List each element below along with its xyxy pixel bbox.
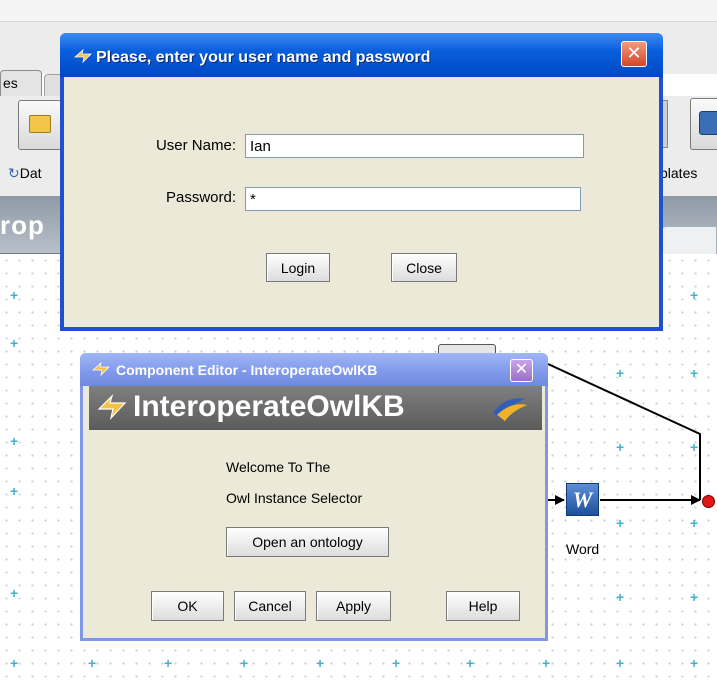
username-label: User Name: <box>155 137 236 154</box>
component-editor-title: Component Editor - InteroperateOwlKB <box>116 362 378 378</box>
word-icon[interactable]: W <box>566 483 599 516</box>
login-dialog: Please, enter your user name and passwor… <box>60 33 663 331</box>
login-titlebar[interactable]: Please, enter your user name and passwor… <box>60 33 663 77</box>
welcome-line-2: Owl Instance Selector <box>226 490 363 506</box>
login-button[interactable]: Login <box>266 253 330 282</box>
cancel-button[interactable]: Cancel <box>234 591 306 621</box>
open-ontology-button[interactable]: Open an ontology <box>226 527 389 557</box>
help-button[interactable]: Help <box>446 591 520 621</box>
app-logo-icon <box>74 49 92 63</box>
component-header-banner: InteroperateOwlKB <box>89 386 542 430</box>
login-body: User Name: Password: Login Close <box>64 77 659 327</box>
brand-logo-icon <box>493 398 527 421</box>
apply-button[interactable]: Apply <box>316 591 391 621</box>
welcome-line-1: Welcome To The <box>226 459 331 475</box>
endpoint-node[interactable] <box>702 495 715 508</box>
app-logo-icon <box>97 394 127 420</box>
component-header-title: InteroperateOwlKB <box>133 390 405 423</box>
connector-line <box>547 363 701 500</box>
password-label: Password: <box>165 189 236 206</box>
app-logo-icon <box>92 362 110 376</box>
component-editor-dialog: Component Editor - InteroperateOwlKB ✕ I… <box>80 353 548 641</box>
close-icon[interactable]: ✕ <box>510 359 533 382</box>
login-title: Please, enter your user name and passwor… <box>96 49 431 66</box>
close-button[interactable]: Close <box>391 253 457 282</box>
component-editor-titlebar[interactable]: Component Editor - InteroperateOwlKB ✕ <box>80 353 548 386</box>
close-icon[interactable]: ✕ <box>621 41 647 67</box>
username-field[interactable] <box>245 134 584 158</box>
word-node-label: Word <box>566 541 600 557</box>
password-field[interactable] <box>245 187 581 211</box>
ok-button[interactable]: OK <box>151 591 224 621</box>
